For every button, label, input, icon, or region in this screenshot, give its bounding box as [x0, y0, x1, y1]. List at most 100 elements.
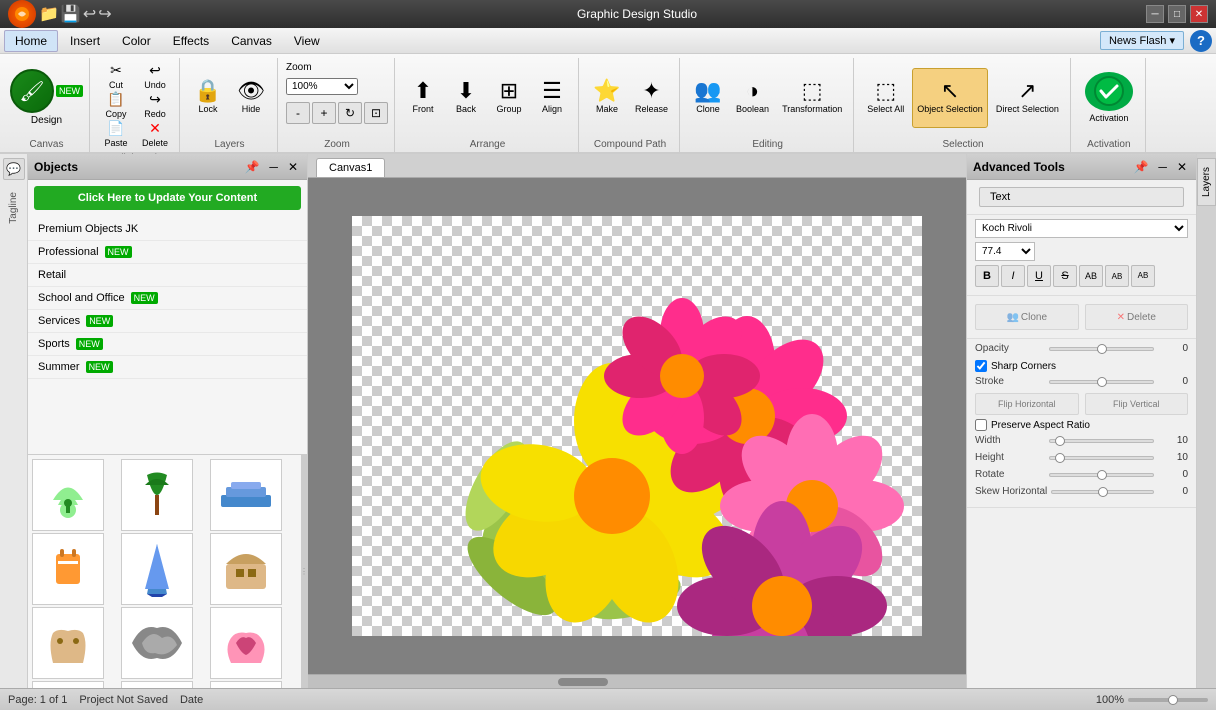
skew-horizontal-slider[interactable]	[1051, 490, 1154, 494]
zoom-plus-button[interactable]: +	[312, 102, 336, 124]
advanced-tools-close[interactable]: ✕	[1174, 159, 1190, 175]
advanced-tools-pin[interactable]: 📌	[1130, 159, 1151, 175]
undo-button[interactable]: ↩ Undo	[137, 62, 173, 89]
italic-button[interactable]: I	[1001, 265, 1025, 287]
flip-vertical-button[interactable]: Flip Vertical	[1085, 393, 1189, 415]
rotate-slider[interactable]	[1049, 473, 1154, 477]
redo-button[interactable]: ↪ Redo	[137, 91, 173, 118]
cut-button[interactable]: ✂ Cut	[98, 62, 134, 89]
thumbnail-item[interactable]	[210, 459, 282, 531]
objects-panel-minimize[interactable]: ─	[266, 159, 281, 175]
menu-canvas[interactable]: Canvas	[221, 31, 282, 51]
thumbnail-item[interactable]	[121, 459, 193, 531]
direct-selection-button[interactable]: ↗ Direct Selection	[991, 68, 1064, 128]
zoom-fit-button[interactable]: ↻	[338, 102, 362, 124]
height-slider[interactable]	[1049, 456, 1154, 460]
paste-button[interactable]: 📄 Paste	[98, 120, 134, 147]
new-badge: NEW	[86, 361, 113, 373]
status-zoom-slider[interactable]	[1128, 698, 1208, 702]
eye-icon: 👁	[237, 80, 265, 102]
objects-panel-pin[interactable]: 📌	[241, 159, 262, 175]
smallcaps-button[interactable]: AB	[1105, 265, 1129, 287]
underline-button[interactable]: U	[1027, 265, 1051, 287]
horizontal-scrollbar-thumb[interactable]	[558, 678, 608, 686]
menu-effects[interactable]: Effects	[163, 31, 219, 51]
preserve-aspect-checkbox[interactable]	[975, 419, 987, 431]
list-item[interactable]: Retail	[28, 264, 307, 287]
make-button[interactable]: ⭐ Make	[587, 68, 627, 128]
thumbnail-item[interactable]	[32, 459, 104, 531]
font-size-select[interactable]: 77.4	[975, 242, 1035, 261]
thumbnail-item[interactable]	[32, 681, 104, 689]
thumbnail-item[interactable]	[210, 533, 282, 605]
back-button[interactable]: ⬇ Back	[446, 68, 486, 128]
font-select[interactable]: Koch Rivoli	[975, 219, 1188, 238]
minimize-button[interactable]: ─	[1146, 5, 1164, 23]
strikethrough-button[interactable]: S	[1053, 265, 1077, 287]
menu-home[interactable]: Home	[4, 30, 58, 52]
delete-button[interactable]: ✕ Delete	[137, 120, 173, 147]
close-button[interactable]: ✕	[1190, 5, 1208, 23]
thumbnail-item[interactable]	[121, 681, 193, 689]
thumbnail-item[interactable]	[121, 607, 193, 679]
text-tab[interactable]: Text	[979, 187, 1184, 207]
sharp-corners-checkbox[interactable]	[975, 360, 987, 372]
copy-button[interactable]: 📋 Copy	[98, 91, 134, 118]
clone-ribbon-button[interactable]: 👥 Clone	[688, 68, 728, 128]
lock-button[interactable]: 🔒 Lock	[188, 68, 228, 128]
zoom-fit-page-button[interactable]: ⊡	[364, 102, 388, 124]
transformation-button[interactable]: ⬚ Transformation	[777, 68, 847, 128]
stroke-slider[interactable]	[1049, 380, 1154, 384]
list-item[interactable]: School and Office NEW	[28, 287, 307, 310]
delete-action-button[interactable]: ✕ Delete	[1085, 304, 1189, 330]
thumbnail-item[interactable]	[32, 533, 104, 605]
clone-action-button[interactable]: 👥 Clone	[975, 304, 1079, 330]
menu-insert[interactable]: Insert	[60, 31, 110, 51]
align-button[interactable]: ☰ Align	[532, 68, 572, 128]
release-button[interactable]: ✦ Release	[630, 68, 673, 128]
thumbnail-item[interactable]	[121, 533, 193, 605]
list-item[interactable]: Premium Objects JK	[28, 218, 307, 241]
width-slider[interactable]	[1049, 439, 1154, 443]
hide-button[interactable]: 👁 Hide	[231, 68, 271, 128]
thumbnail-item[interactable]	[32, 607, 104, 679]
activation-button[interactable]: Activation	[1079, 68, 1139, 128]
front-button[interactable]: ⬆ Front	[403, 68, 443, 128]
thumbnail-item[interactable]	[210, 681, 282, 689]
boolean-button[interactable]: ◑ Boolean	[731, 68, 774, 128]
bold-button[interactable]: B	[975, 265, 999, 287]
main-area: 💬 Tagline Objects 📌 ─ ✕ Click Here to Up…	[0, 154, 1216, 688]
group-button[interactable]: ⊞ Group	[489, 68, 529, 128]
list-item[interactable]: Summer NEW	[28, 356, 307, 379]
status-zoom-thumb[interactable]	[1168, 695, 1178, 705]
advanced-tools-minimize[interactable]: ─	[1155, 159, 1170, 175]
object-selection-button[interactable]: ↖ Object Selection	[912, 68, 988, 128]
layers-tab[interactable]: Layers	[1197, 158, 1216, 206]
horizontal-scrollbar[interactable]	[308, 674, 966, 688]
canvas-viewport[interactable]	[308, 178, 966, 674]
canvas-tab-1[interactable]: Canvas1	[316, 158, 385, 177]
opacity-slider[interactable]	[1049, 347, 1154, 351]
zoom-select[interactable]: 100% 50% 200%	[286, 78, 358, 95]
maximize-button[interactable]: □	[1168, 5, 1186, 23]
objects-panel-close[interactable]: ✕	[285, 159, 301, 175]
delete-icon: ✕	[149, 120, 161, 137]
list-item[interactable]: Sports NEW	[28, 333, 307, 356]
menu-color[interactable]: Color	[112, 31, 161, 51]
update-content-button[interactable]: Click Here to Update Your Content	[34, 186, 301, 210]
list-item[interactable]: Professional NEW	[28, 241, 307, 264]
skew-horizontal-label: Skew Horizontal	[975, 486, 1047, 497]
menu-view[interactable]: View	[284, 31, 330, 51]
zoom-minus-button[interactable]: -	[286, 102, 310, 124]
canvas-design-button[interactable]: 🖌	[10, 69, 54, 113]
allcaps-button[interactable]: AB	[1079, 265, 1103, 287]
flip-horizontal-button[interactable]: Flip Horizontal	[975, 393, 1079, 415]
help-button[interactable]: ?	[1190, 30, 1212, 52]
list-item[interactable]: Services NEW	[28, 310, 307, 333]
thumbnail-item[interactable]	[210, 607, 282, 679]
superscript-button[interactable]: AB	[1131, 265, 1155, 287]
panel-resize-handle[interactable]: ⋮	[301, 455, 307, 689]
select-all-button[interactable]: ⬚ Select All	[862, 68, 909, 128]
news-flash-button[interactable]: News Flash ▾	[1100, 31, 1184, 50]
sidebar-chat-button[interactable]: 💬	[3, 158, 25, 180]
